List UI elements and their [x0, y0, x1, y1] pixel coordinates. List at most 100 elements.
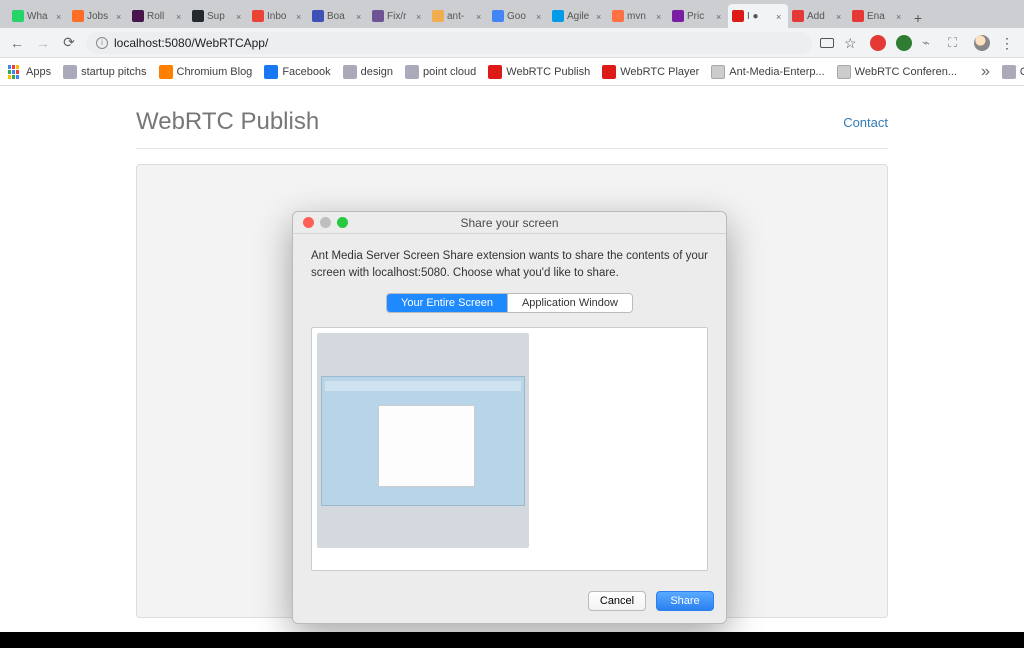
browser-tab[interactable]: I ●×: [728, 4, 788, 28]
bookmark-item[interactable]: WebRTC Publish: [488, 65, 590, 79]
tab-title: I ●: [747, 11, 773, 22]
tab-title: Agile: [567, 11, 593, 22]
tab-favicon: [492, 10, 504, 22]
tab-favicon: [252, 10, 264, 22]
bookmark-label: startup pitchs: [81, 66, 146, 78]
contact-link[interactable]: Contact: [843, 115, 888, 130]
angular-icon: [488, 65, 502, 79]
browser-tab[interactable]: mvn×: [608, 4, 668, 28]
omnibox[interactable]: i localhost:5080/WebRTCApp/: [86, 32, 812, 54]
screen-thumbnail[interactable]: [317, 333, 529, 548]
back-button[interactable]: ←: [8, 34, 26, 52]
ext-icon-2[interactable]: [896, 35, 912, 51]
browser-tab[interactable]: Fix/r×: [368, 4, 428, 28]
share-button[interactable]: Share: [656, 591, 714, 611]
cancel-button[interactable]: Cancel: [588, 591, 646, 611]
tab-close-icon[interactable]: ×: [476, 12, 484, 20]
tab-close-icon[interactable]: ×: [356, 12, 364, 20]
tab-title: Pric: [687, 11, 713, 22]
tab-close-icon[interactable]: ×: [296, 12, 304, 20]
tab-title: ant-: [447, 11, 473, 22]
tab-close-icon[interactable]: ×: [176, 12, 184, 20]
browser-tab[interactable]: Jobs×: [68, 4, 128, 28]
tab-title: Goo: [507, 11, 533, 22]
tab-favicon: [852, 10, 864, 22]
browser-tab[interactable]: ant-×: [428, 4, 488, 28]
browser-tab[interactable]: Goo×: [488, 4, 548, 28]
forward-button[interactable]: →: [34, 34, 52, 52]
tab-close-icon[interactable]: ×: [716, 12, 724, 20]
reload-button[interactable]: ⟳: [60, 34, 78, 52]
bookmark-label: design: [361, 66, 393, 78]
bookmark-item[interactable]: design: [343, 65, 393, 79]
tab-close-icon[interactable]: ×: [896, 12, 904, 20]
tab-close-icon[interactable]: ×: [776, 12, 784, 20]
bookmark-item[interactable]: Apps: [8, 65, 51, 79]
browser-tab[interactable]: Pric×: [668, 4, 728, 28]
toolbar: ← → ⟳ i localhost:5080/WebRTCApp/ ☆ ⌁ ⛶ …: [0, 28, 1024, 58]
tab-close-icon[interactable]: ×: [596, 12, 604, 20]
tab-close-icon[interactable]: ×: [536, 12, 544, 20]
tab-title: Jobs: [87, 11, 113, 22]
tab-favicon: [732, 10, 744, 22]
tab-entire-screen[interactable]: Your Entire Screen: [387, 294, 507, 312]
browser-tab[interactable]: Inbo×: [248, 4, 308, 28]
browser-tab[interactable]: Wha×: [8, 4, 68, 28]
browser-tab[interactable]: Add×: [788, 4, 848, 28]
tab-title: Fix/r: [387, 11, 413, 22]
tab-close-icon[interactable]: ×: [236, 12, 244, 20]
tab-favicon: [312, 10, 324, 22]
other-bookmarks[interactable]: Other Bookmarks: [1002, 65, 1024, 79]
star-icon[interactable]: ☆: [844, 35, 860, 51]
tab-title: Roll: [147, 11, 173, 22]
bookmark-item[interactable]: Facebook: [264, 65, 330, 79]
bookmark-label: Facebook: [282, 66, 330, 78]
tab-close-icon[interactable]: ×: [116, 12, 124, 20]
screen-preview-area: [311, 327, 708, 571]
page-icon: [711, 65, 725, 79]
bookmark-label: WebRTC Player: [620, 66, 699, 78]
bookmark-label: Ant-Media-Enterp...: [729, 66, 824, 78]
tab-title: mvn: [627, 11, 653, 22]
menu-icon[interactable]: ⋮: [1000, 35, 1016, 51]
ext-icon-1[interactable]: [870, 35, 886, 51]
browser-tab[interactable]: Agile×: [548, 4, 608, 28]
tab-title: Add: [807, 11, 833, 22]
ext-icon-3[interactable]: ⌁: [922, 35, 938, 51]
folder-icon: [1002, 65, 1016, 79]
tab-application-window[interactable]: Application Window: [507, 294, 632, 312]
bookmarks-bar: Apps startup pitchs Chromium Blog Facebook d…: [0, 58, 1024, 86]
tab-favicon: [792, 10, 804, 22]
apps-icon: [8, 65, 22, 79]
url-text: localhost:5080/WebRTCApp/: [114, 36, 268, 50]
bookmark-item[interactable]: point cloud: [405, 65, 476, 79]
bookmark-label: WebRTC Publish: [506, 66, 590, 78]
angular-icon: [602, 65, 616, 79]
browser-tab[interactable]: Boa×: [308, 4, 368, 28]
bookmark-item[interactable]: WebRTC Conferen...: [837, 65, 957, 79]
folder-icon: [63, 65, 77, 79]
bookmark-item[interactable]: WebRTC Player: [602, 65, 699, 79]
new-tab-button[interactable]: +: [908, 8, 928, 28]
profile-avatar[interactable]: [974, 35, 990, 51]
folder-icon: [343, 65, 357, 79]
tab-close-icon[interactable]: ×: [656, 12, 664, 20]
site-info-icon[interactable]: i: [96, 37, 108, 49]
browser-tab[interactable]: Ena×: [848, 4, 908, 28]
bookmark-label: point cloud: [423, 66, 476, 78]
cast-icon[interactable]: [820, 38, 834, 48]
dialog-title: Share your screen: [293, 216, 726, 230]
bookmarks-overflow[interactable]: »: [981, 63, 990, 81]
tab-title: Sup: [207, 11, 233, 22]
tab-close-icon[interactable]: ×: [416, 12, 424, 20]
tab-close-icon[interactable]: ×: [836, 12, 844, 20]
tab-favicon: [12, 10, 24, 22]
bookmark-item[interactable]: Chromium Blog: [159, 65, 253, 79]
bookmark-item[interactable]: startup pitchs: [63, 65, 146, 79]
bookmark-label: WebRTC Conferen...: [855, 66, 957, 78]
browser-tab[interactable]: Sup×: [188, 4, 248, 28]
tab-close-icon[interactable]: ×: [56, 12, 64, 20]
ext-icon-4[interactable]: ⛶: [948, 35, 964, 51]
bookmark-item[interactable]: Ant-Media-Enterp...: [711, 65, 824, 79]
browser-tab[interactable]: Roll×: [128, 4, 188, 28]
